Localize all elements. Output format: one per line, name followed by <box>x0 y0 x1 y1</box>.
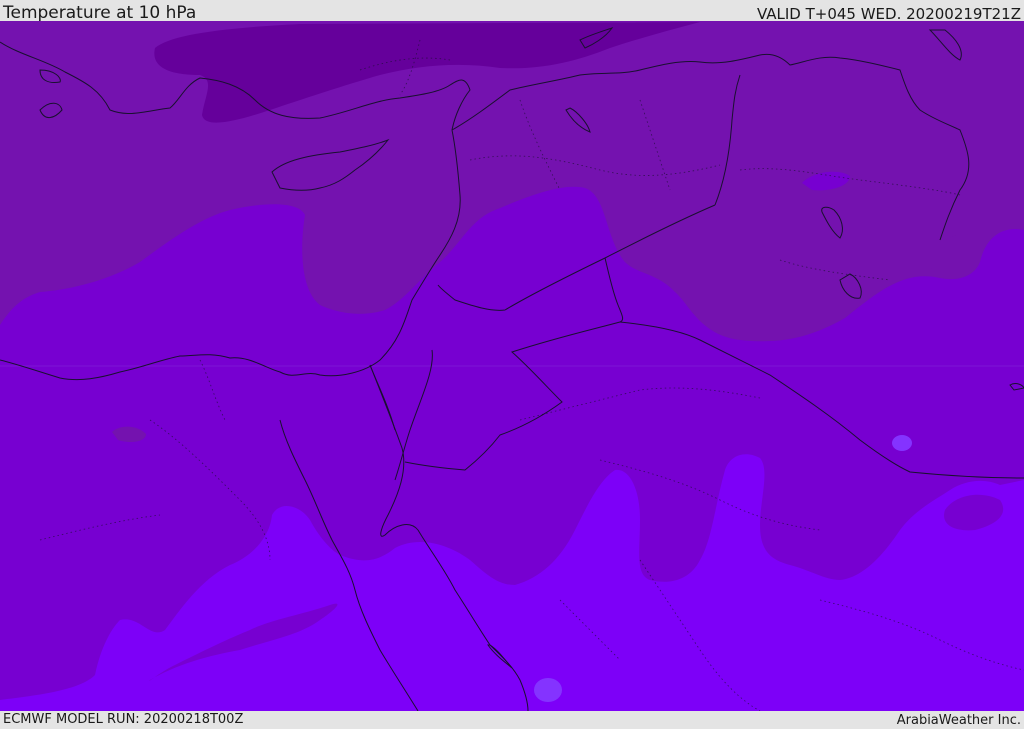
shade-lightest-dot-gulf <box>892 435 912 451</box>
footer-bar: ECMWF MODEL RUN: 20200218T00Z ArabiaWeat… <box>0 711 1024 729</box>
header-bar: Temperature at 10 hPa VALID T+045 WED. 2… <box>0 0 1024 23</box>
temperature-map <box>0 21 1024 711</box>
map-page: Temperature at 10 hPa VALID T+045 WED. 2… <box>0 0 1024 729</box>
model-run-label: ECMWF MODEL RUN: 20200218T00Z <box>3 712 244 727</box>
credit-label: ArabiaWeather Inc. <box>896 713 1021 728</box>
map-title: Temperature at 10 hPa <box>3 3 197 23</box>
shade-lightest-dot-south <box>534 678 562 702</box>
